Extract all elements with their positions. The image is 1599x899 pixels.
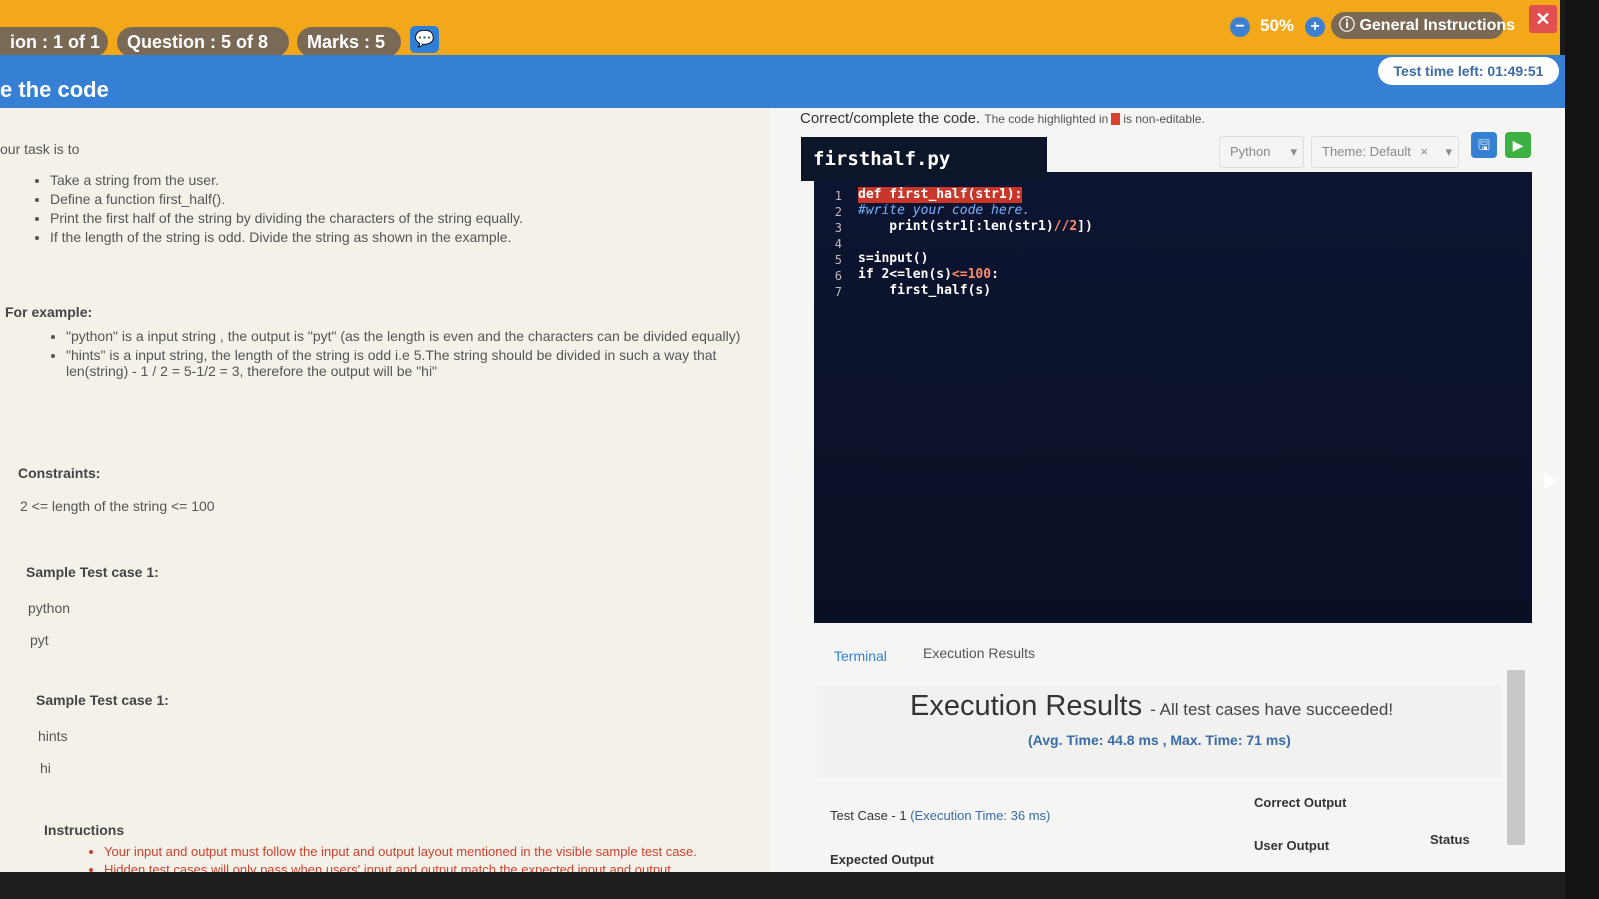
sample1-heading: Sample Test case 1: (26, 564, 159, 580)
task-list: Take a string from the user. Define a fu… (32, 172, 650, 248)
code-line: #write your code here. (858, 203, 1031, 218)
info-icon: ⓘ (1339, 17, 1360, 34)
line-number: 1 (834, 189, 842, 203)
chevron-down-icon: ▾ (1445, 144, 1452, 159)
tab-terminal[interactable]: Terminal (834, 648, 887, 664)
save-icon: 🖫 (1478, 137, 1490, 153)
line-number: 2 (834, 205, 842, 219)
constraint-text: 2 <= length of the string <= 100 (20, 498, 215, 514)
tab-execution-results[interactable]: Execution Results (923, 645, 1035, 661)
example-item: "hints" is a input string, the length of… (66, 347, 756, 379)
sample2-input: hints (38, 728, 68, 744)
code-line: if 2<=len(s)<=100: (858, 267, 999, 282)
section-indicator: ion : 1 of 1 (0, 27, 108, 57)
line-number: 7 (834, 285, 842, 299)
code-line: first_half(s) (858, 283, 992, 298)
line-number: 6 (834, 269, 842, 283)
sample1-input: python (28, 600, 71, 616)
theme-select[interactable]: Theme: Default × ▾ (1311, 136, 1459, 168)
code-editor[interactable]: 1 2 3 4 5 6 7 def first_half(str1): #wri… (814, 181, 1532, 623)
chat-icon: 💬 (414, 31, 435, 48)
task-item: Print the first half of the string by di… (50, 210, 650, 226)
expected-output-label: Expected Output (830, 852, 935, 867)
close-button[interactable]: ✕ (1529, 5, 1557, 33)
marks-indicator: Marks : 5 (297, 27, 401, 57)
zoom-level: 50% (1260, 16, 1295, 35)
play-icon: ▶ (1512, 137, 1524, 153)
line-number: 4 (834, 237, 842, 251)
zoom-out-button[interactable]: − (1230, 17, 1250, 37)
title-bar (0, 55, 1565, 108)
file-tab[interactable]: firsthalf.py (801, 137, 1047, 181)
results-title: Execution Results - All test cases have … (910, 690, 1394, 722)
task-item: Take a string from the user. (50, 172, 650, 188)
noneditable-swatch (1111, 113, 1121, 126)
test-case-label: Test Case - 1 (Execution Time: 36 ms) (830, 808, 1051, 823)
correct-output-label: Correct Output (1254, 795, 1347, 810)
test-timer: Test time left: 01:49:51 (1378, 57, 1559, 85)
editor-caption: Correct/complete the code. The code high… (800, 110, 1205, 127)
results-timing: (Avg. Time: 44.8 ms , Max. Time: 71 ms) (1028, 732, 1291, 748)
chat-button[interactable]: 💬 (410, 26, 439, 53)
results-scrollbar[interactable] (1507, 670, 1525, 845)
question-indicator: Question : 5 of 8 (117, 27, 289, 57)
user-output-label: User Output (1254, 838, 1330, 853)
clear-icon[interactable]: × (1420, 137, 1428, 167)
sample2-output: hi (40, 760, 51, 776)
run-button[interactable]: ▶ (1505, 132, 1531, 158)
chevron-down-icon: ▾ (1290, 144, 1297, 159)
constraints-heading: Constraints: (18, 465, 101, 481)
problem-panel: our task is to Take a string from the us… (0, 108, 770, 899)
language-select[interactable]: Python ▾ (1219, 136, 1304, 168)
task-item: Define a function first_half(). (50, 191, 650, 207)
instruction-item: Your input and output must follow the in… (104, 844, 784, 859)
task-item: If the length of the string is odd. Divi… (50, 229, 650, 245)
sample1-output: pyt (30, 632, 49, 648)
zoom-in-button[interactable]: + (1305, 17, 1325, 37)
line-number: 3 (834, 221, 842, 235)
example-heading: For example: (5, 304, 93, 320)
code-line-readonly: def first_half(str1): (858, 187, 1023, 203)
example-item: "python" is a input string , the output … (66, 328, 756, 344)
line-number: 5 (834, 253, 842, 267)
page-title: e the code (0, 77, 109, 102)
code-line: s=input() (858, 251, 929, 266)
code-line: print(str1[:len(str1)//2]) (858, 219, 1093, 234)
sample2-heading: Sample Test case 1: (36, 692, 169, 708)
general-instructions-button[interactable]: ⓘ General Instructions (1331, 12, 1515, 39)
task-intro: our task is to (0, 141, 80, 157)
instructions-heading: Instructions (44, 822, 125, 838)
save-button[interactable]: 🖫 (1471, 132, 1497, 158)
example-list: "python" is a input string , the output … (48, 328, 756, 382)
status-label: Status (1430, 832, 1470, 847)
